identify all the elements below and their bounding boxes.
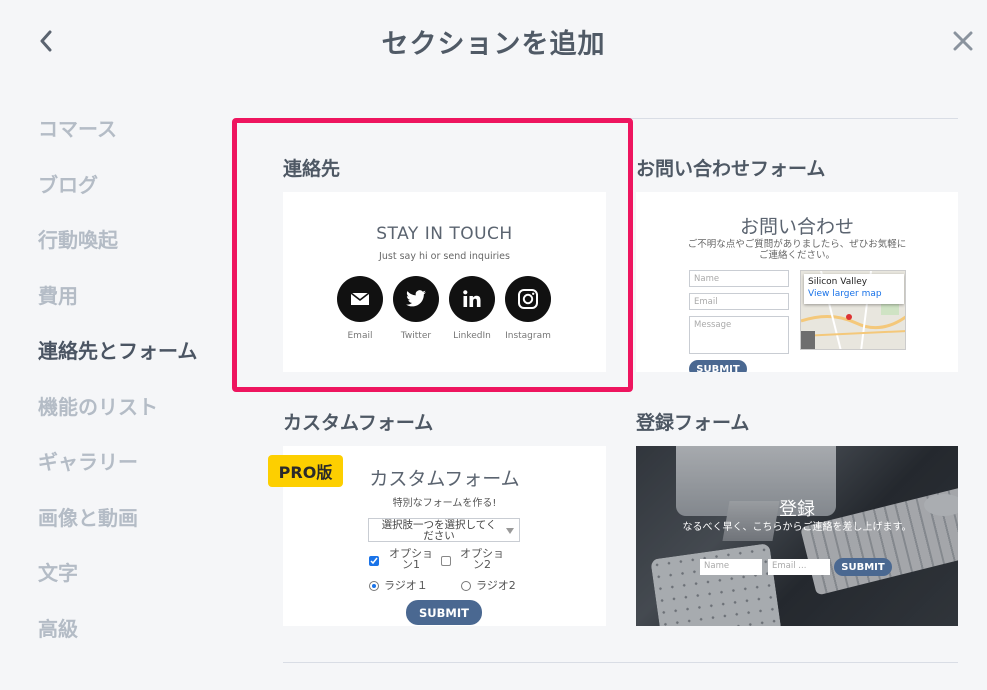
option1-label: オプション1 [389, 547, 433, 571]
contact-heading: STAY IN TOUCH [376, 224, 513, 244]
top-divider [283, 118, 958, 119]
register-description: なるべく早く、こちらからご連絡を差し上げます。 [682, 522, 912, 533]
social-label: Email [347, 331, 373, 341]
option2-label: オプション2 [460, 547, 504, 571]
sidebar-item-pricing[interactable]: 費用 [38, 267, 197, 323]
sidebar-item-feature-list[interactable]: 機能のリスト [38, 378, 197, 434]
name-field: Name [689, 270, 789, 287]
inquiry-heading: お問い合わせ [739, 216, 854, 238]
page-title: セクションを追加 [381, 29, 606, 60]
social-label: Twitter [400, 331, 432, 341]
sidebar-item-gallery[interactable]: ギャラリー [38, 433, 197, 489]
radio1 [369, 581, 379, 591]
map-popup: Silicon Valley View larger map [804, 274, 904, 304]
register-email-field: Email ... [768, 559, 830, 575]
contact-section-card[interactable]: STAY IN TOUCH Just say hi or send inquir… [283, 192, 606, 372]
sidebar-item-call-to-action[interactable]: 行動喚起 [38, 211, 197, 267]
check-icon [370, 557, 378, 565]
sidebar-item-commerce[interactable]: コマース [38, 100, 197, 156]
register-form-section-card[interactable]: 登録 なるべく早く、こちらからご連絡を差し上げます。 Name Email ..… [636, 446, 958, 626]
section-title-custom: カスタムフォーム [283, 412, 434, 434]
inquiry-description: ご不明な点やご質問がありましたら、ぜひお気軽にご連絡ください。 [687, 239, 907, 261]
social-label: LinkedIn [453, 331, 491, 341]
radio2-label: ラジオ2 [476, 579, 516, 592]
contact-subheading: Just say hi or send inquiries [379, 251, 510, 262]
instagram-icon [518, 289, 538, 309]
radio2 [461, 581, 471, 591]
social-twitter: Twitter [386, 276, 446, 341]
category-sidebar: コマース ブログ 行動喚起 費用 連絡先とフォーム 機能のリスト ギャラリー 画… [38, 100, 197, 655]
register-name-field: Name [700, 559, 762, 575]
radio1-label: ラジオ１ [384, 579, 428, 592]
sidebar-item-text[interactable]: 文字 [38, 544, 197, 600]
social-label: Instagram [505, 331, 551, 341]
social-email: Email [330, 276, 390, 341]
message-field: Message [689, 316, 789, 354]
pro-badge: PRO版 [268, 455, 343, 487]
mail-icon [350, 292, 370, 305]
register-overlay [636, 446, 958, 626]
register-submit-button: SUBMIT [834, 558, 892, 576]
map-place-name: Silicon Valley [808, 277, 868, 287]
inquiry-submit-button: SUBMIT [689, 360, 747, 372]
bottom-divider [283, 662, 958, 663]
register-heading: 登録 [779, 499, 815, 520]
section-title-inquiry: お問い合わせフォーム [636, 158, 826, 180]
option1-checkbox [369, 556, 379, 566]
inquiry-form-section-card[interactable]: お問い合わせ ご不明な点やご質問がありましたら、ぜひお気軽にご連絡ください。 N… [636, 192, 958, 372]
map-link: View larger map [808, 289, 882, 299]
linkedin-icon [463, 290, 481, 307]
custom-select: 選択肢一つを選択してください [368, 518, 520, 542]
close-button[interactable] [950, 28, 976, 54]
map-embed: Silicon Valley View larger map [800, 270, 906, 350]
social-instagram: Instagram [498, 276, 558, 341]
chevron-down-icon [506, 528, 514, 534]
custom-submit-button: SUBMIT [406, 600, 482, 625]
option2-checkbox [441, 556, 451, 566]
twitter-icon [406, 290, 426, 307]
close-icon [953, 31, 973, 51]
email-field: Email [689, 293, 789, 310]
sidebar-item-advanced[interactable]: 高級 [38, 600, 197, 656]
section-title-contact: 連絡先 [283, 158, 341, 180]
custom-subheading: 特別なフォームを作る! [392, 498, 497, 509]
sidebar-item-contact-forms[interactable]: 連絡先とフォーム [38, 322, 197, 378]
sidebar-item-blog[interactable]: ブログ [38, 156, 197, 212]
select-value: 選択肢一つを選択してください [381, 519, 497, 542]
social-linkedin: LinkedIn [442, 276, 502, 341]
sidebar-item-image-video[interactable]: 画像と動画 [38, 489, 197, 545]
section-title-register: 登録フォーム [636, 412, 750, 434]
